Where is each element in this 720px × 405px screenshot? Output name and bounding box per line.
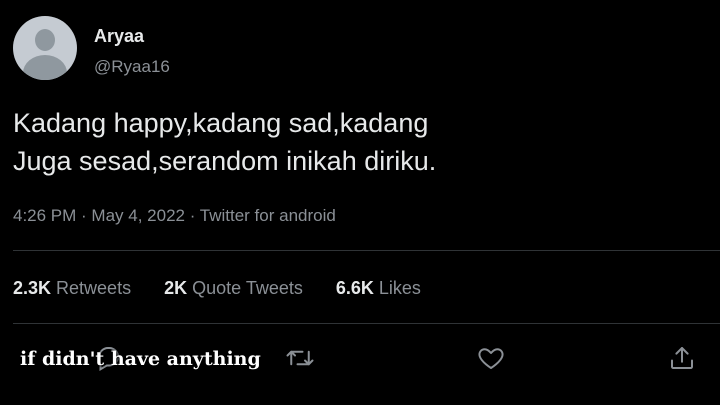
tweet-stats: 2.3K Retweets 2K Quote Tweets 6.6K Likes [13, 278, 449, 299]
divider-bottom [13, 323, 720, 324]
tweet-meta: 4:26 PM · May 4, 2022 · Twitter for andr… [13, 206, 336, 225]
avatar-body [23, 55, 67, 80]
avatar[interactable] [13, 16, 77, 80]
user-handle[interactable]: @Ryaa16 [94, 57, 170, 77]
likes-count: 6.6K [335, 278, 374, 298]
share-icon [671, 347, 693, 369]
retweet-button[interactable] [282, 340, 318, 376]
likes-label: Likes [378, 278, 421, 298]
tweet-line-2: Juga sesad,serandom inikah diriku. [13, 146, 437, 176]
tweet-text: Kadang happy,kadang sad,kadang Juga sesa… [13, 104, 693, 180]
display-name[interactable]: Aryaa [94, 26, 144, 47]
quote-tweets-stat[interactable]: 2K Quote Tweets [164, 278, 303, 299]
divider-top [13, 250, 720, 251]
retweet-icon [286, 350, 314, 366]
retweets-stat[interactable]: 2.3K Retweets [13, 278, 131, 299]
retweets-label: Retweets [56, 278, 132, 298]
quote-tweets-label: Quote Tweets [192, 278, 303, 298]
like-button[interactable] [473, 340, 509, 376]
video-caption: if didn't have anything [20, 348, 261, 370]
likes-stat[interactable]: 6.6K Likes [336, 278, 421, 299]
quote-tweets-count: 2K [164, 278, 188, 298]
share-button[interactable] [664, 340, 700, 376]
avatar-head [35, 29, 55, 51]
tweet-line-1: Kadang happy,kadang sad,kadang [13, 108, 429, 138]
retweets-count: 2.3K [13, 278, 52, 298]
like-icon [478, 348, 504, 369]
